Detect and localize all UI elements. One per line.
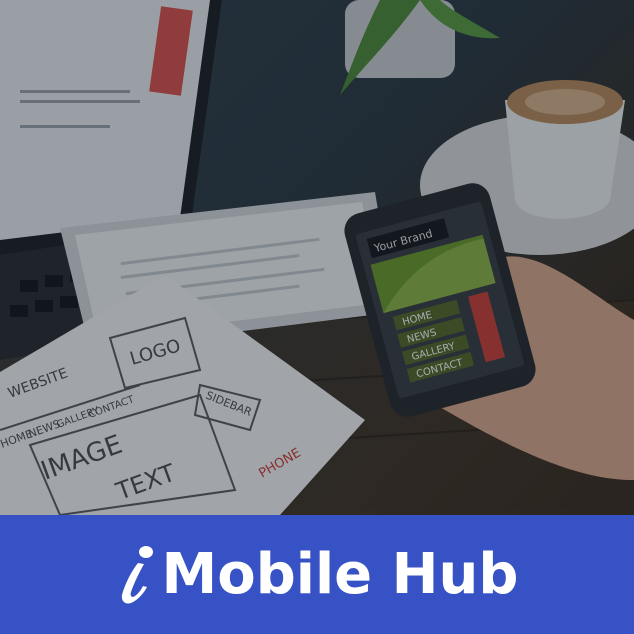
ad-image: WEBSITE LOGO HOME NEWS GALLERY CONTACT I…	[0, 0, 634, 634]
brand-banner: Mobile Hub	[0, 515, 634, 634]
photo-dark-overlay	[0, 0, 634, 515]
brand-title: Mobile Hub	[161, 541, 519, 607]
logo-i-glyph	[116, 543, 160, 607]
brand-logo: Mobile Hub	[116, 541, 519, 607]
hero-photo: WEBSITE LOGO HOME NEWS GALLERY CONTACT I…	[0, 0, 634, 515]
